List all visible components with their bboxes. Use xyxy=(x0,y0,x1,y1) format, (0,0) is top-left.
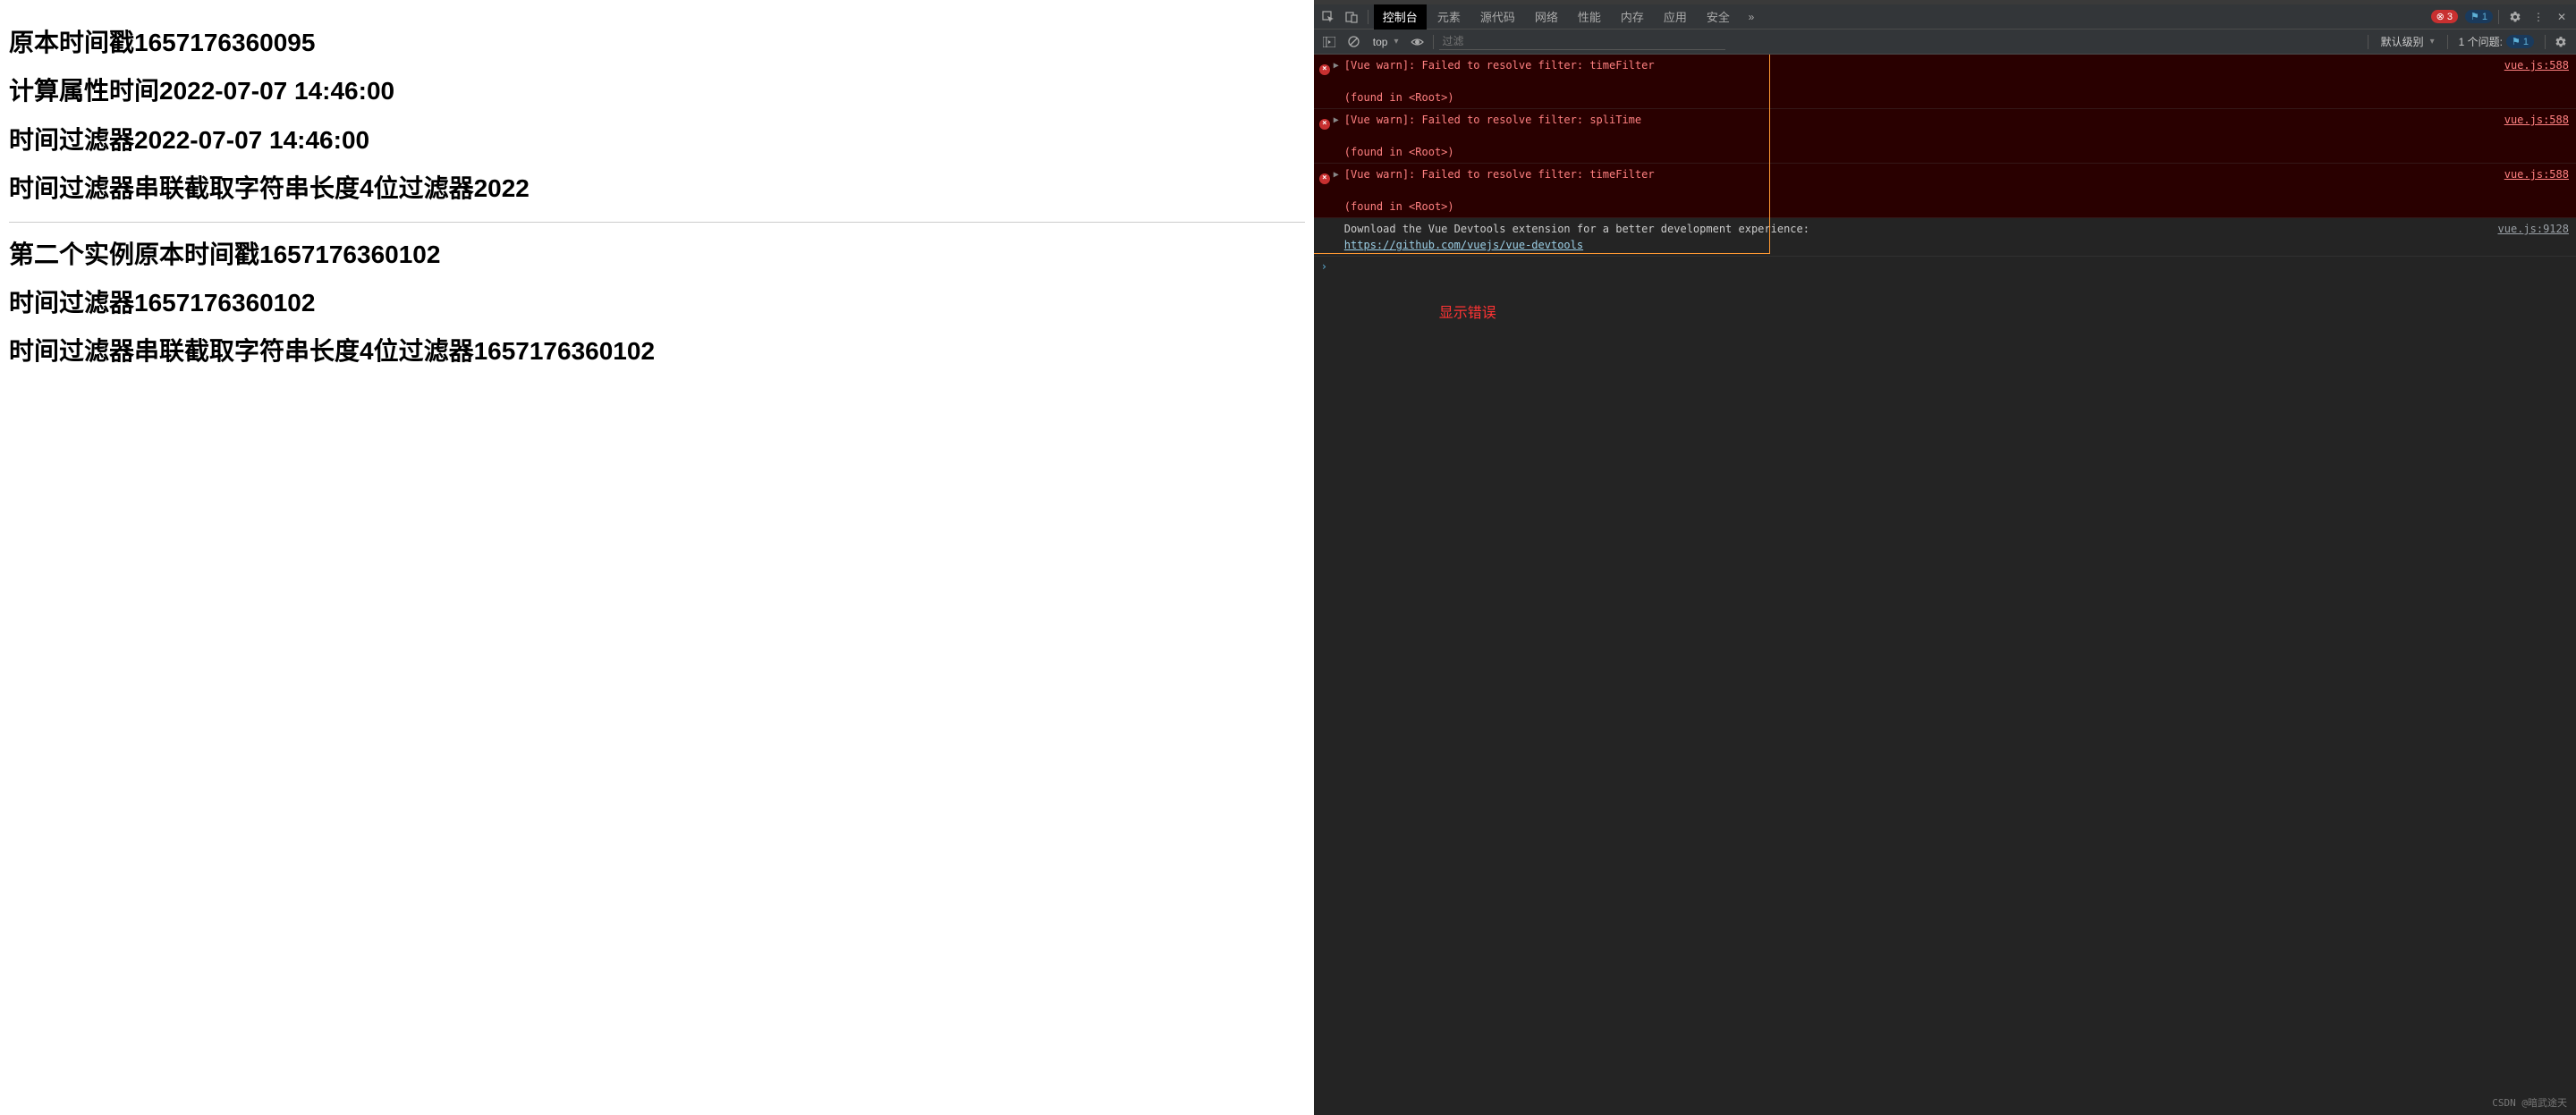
issue-flag-icon: ⚑ xyxy=(2470,11,2479,22)
log-level-label: 默认级别 xyxy=(2381,34,2424,49)
watermark: CSDN @暗武途天 xyxy=(2492,1095,2567,1110)
heading: 时间过滤器串联截取字符串长度4位过滤器2022 xyxy=(9,173,1305,205)
kebab-menu-icon[interactable]: ⋮ xyxy=(2528,6,2549,28)
log-source-link[interactable]: vue.js:588 xyxy=(2504,114,2569,126)
heading: 第二个实例原本时间戳1657176360102 xyxy=(9,239,1305,271)
device-toolbar-icon[interactable] xyxy=(1341,6,1362,28)
issues-count: 1 xyxy=(2523,37,2529,47)
heading: 计算属性时间2022-07-07 14:46:00 xyxy=(9,75,1305,107)
console-output[interactable]: 显示错误 ×▶[Vue warn]: Failed to resolve fil… xyxy=(1314,55,2576,1115)
issues-indicator[interactable]: 1 个问题: ⚑ 1 xyxy=(2453,34,2539,49)
log-link[interactable]: https://github.com/vuejs/vue-devtools xyxy=(1344,239,1583,251)
inspect-element-icon[interactable] xyxy=(1318,6,1339,28)
console-prompt[interactable]: › xyxy=(1314,257,2576,276)
tab-network[interactable]: 网络 xyxy=(1526,4,1567,30)
tab-memory[interactable]: 内存 xyxy=(1612,4,1653,30)
error-dot-icon: ⊗ xyxy=(2436,11,2445,22)
filter-input[interactable] xyxy=(1439,33,1725,50)
page-content: 原本时间戳1657176360095 计算属性时间2022-07-07 14:4… xyxy=(0,0,1314,1115)
log-source-link[interactable]: vue.js:588 xyxy=(2504,168,2569,181)
error-icon: × xyxy=(1319,119,1330,130)
heading: 时间过滤器2022-07-07 14:46:00 xyxy=(9,124,1305,156)
expand-arrow-icon[interactable]: ▶ xyxy=(1334,166,1344,215)
context-selector[interactable]: top xyxy=(1369,34,1402,50)
heading: 时间过滤器1657176360102 xyxy=(9,287,1305,319)
info-count-badge[interactable]: ⚑ 1 xyxy=(2465,10,2493,23)
tab-performance[interactable]: 性能 xyxy=(1569,4,1610,30)
log-source-link[interactable]: vue.js:9128 xyxy=(2498,223,2569,235)
console-settings-icon[interactable] xyxy=(2551,32,2571,52)
console-log-row[interactable]: × ▶[Vue warn]: Failed to resolve filter: … xyxy=(1314,109,2576,164)
expand-arrow-icon[interactable] xyxy=(1334,221,1344,253)
console-log-row[interactable]: Download the Vue Devtools extension for … xyxy=(1314,218,2576,257)
tab-sources[interactable]: 源代码 xyxy=(1471,4,1524,30)
tab-console[interactable]: 控制台 xyxy=(1374,4,1427,30)
expand-arrow-icon[interactable]: ▶ xyxy=(1334,57,1344,106)
console-log-row[interactable]: × ▶[Vue warn]: Failed to resolve filter: … xyxy=(1314,164,2576,218)
issue-flag-icon: ⚑ xyxy=(2512,36,2521,47)
error-icon: × xyxy=(1319,64,1330,75)
console-log-row[interactable]: × ▶[Vue warn]: Failed to resolve filter: … xyxy=(1314,55,2576,109)
annotation-label: 显示错误 xyxy=(1439,300,1496,322)
more-tabs-icon[interactable]: » xyxy=(1741,6,1762,28)
log-message: [Vue warn]: Failed to resolve filter: ti… xyxy=(1344,166,2496,215)
devtools-tabbar: 控制台 元素 源代码 网络 性能 内存 应用 安全 » ⊗ 3 ⚑ 1 ⋮ ✕ xyxy=(1314,4,2576,30)
sidebar-toggle-icon[interactable] xyxy=(1319,32,1339,52)
chevron-right-icon: › xyxy=(1321,260,1327,273)
divider xyxy=(9,222,1305,223)
context-label: top xyxy=(1373,36,1388,48)
expand-arrow-icon[interactable]: ▶ xyxy=(1334,112,1344,160)
tab-elements[interactable]: 元素 xyxy=(1428,4,1470,30)
log-source-link[interactable]: vue.js:588 xyxy=(2504,59,2569,72)
log-level-selector[interactable]: 默认级别 xyxy=(2374,32,2442,51)
issues-label: 1 个问题: xyxy=(2459,34,2503,49)
gear-icon[interactable] xyxy=(2504,6,2526,28)
log-message: Download the Vue Devtools extension for … xyxy=(1344,221,2489,253)
console-toolbar: top 默认级别 1 个问题: ⚑ 1 xyxy=(1314,30,2576,55)
info-count: 1 xyxy=(2482,12,2487,22)
heading: 时间过滤器串联截取字符串长度4位过滤器1657176360102 xyxy=(9,335,1305,367)
error-count-badge[interactable]: ⊗ 3 xyxy=(2431,10,2458,23)
clear-console-icon[interactable] xyxy=(1344,32,1364,52)
close-icon[interactable]: ✕ xyxy=(2551,6,2572,28)
tab-application[interactable]: 应用 xyxy=(1655,4,1696,30)
log-message: [Vue warn]: Failed to resolve filter: ti… xyxy=(1344,57,2496,106)
heading: 原本时间戳1657176360095 xyxy=(9,27,1305,59)
tab-security[interactable]: 安全 xyxy=(1698,4,1739,30)
live-expression-icon[interactable] xyxy=(1408,32,1428,52)
devtools-panel: 控制台 元素 源代码 网络 性能 内存 应用 安全 » ⊗ 3 ⚑ 1 ⋮ ✕ xyxy=(1314,0,2576,1115)
log-message: [Vue warn]: Failed to resolve filter: sp… xyxy=(1344,112,2496,160)
error-icon: × xyxy=(1319,173,1330,184)
error-count: 3 xyxy=(2447,12,2453,22)
